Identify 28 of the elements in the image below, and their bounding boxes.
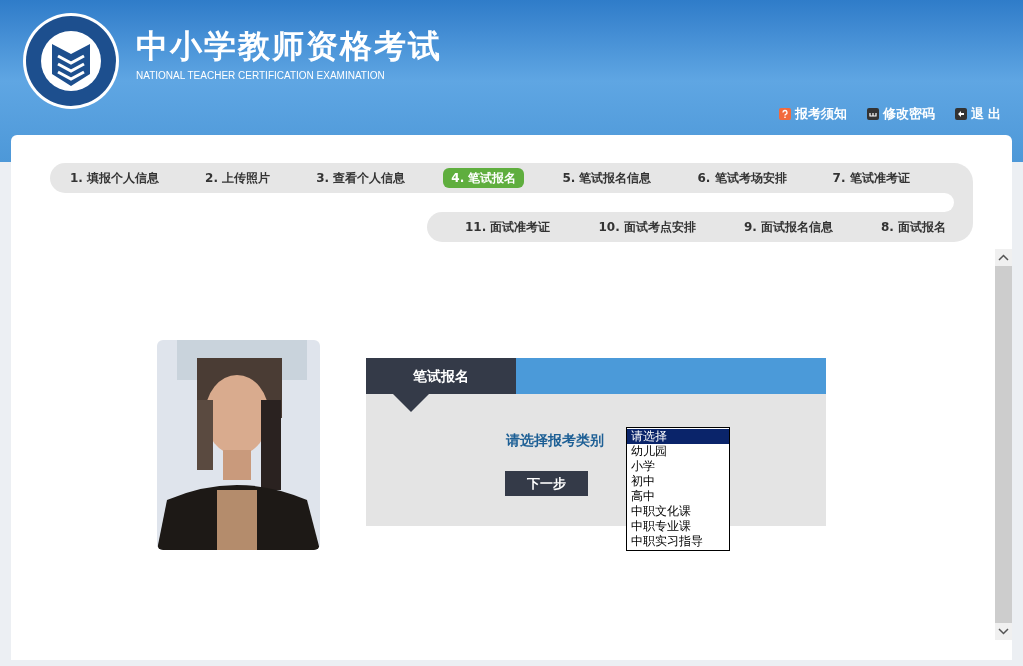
- question-icon: [779, 107, 792, 120]
- site-subtitle: NATIONAL TEACHER CERTIFICATION EXAMINATION: [136, 69, 386, 83]
- logo-icon: [22, 12, 120, 110]
- step-tab[interactable]: 7. 笔试准考证: [824, 168, 918, 188]
- listbox-option[interactable]: 初中: [627, 474, 729, 489]
- step-tab[interactable]: 8. 面试报名: [872, 217, 955, 237]
- site-title: 中小学教师资格考试: [136, 30, 442, 62]
- step-tab[interactable]: 11. 面试准考证: [457, 217, 559, 237]
- listbox-option[interactable]: 中职专业课: [627, 519, 729, 534]
- step-tab[interactable]: 10. 面试考点安排: [590, 217, 704, 237]
- field-label: 请选择报考类别: [505, 431, 604, 450]
- listbox-option[interactable]: 幼儿园: [627, 444, 729, 459]
- listbox-option[interactable]: 高中: [627, 489, 729, 504]
- listbox-option[interactable]: 中职文化课: [627, 504, 729, 519]
- step-tab[interactable]: 3. 查看个人信息: [308, 168, 414, 188]
- scrollbar-thumb[interactable]: [995, 266, 1012, 623]
- next-button[interactable]: 下一步: [504, 471, 588, 496]
- step-tab[interactable]: 2. 上传照片: [197, 168, 279, 188]
- category-listbox[interactable]: 请选择 幼儿园 小学 初中 高中 中职文化课 中职专业课 中职实习指导: [626, 427, 730, 551]
- step-tab[interactable]: 6. 笔试考场安排: [689, 168, 795, 188]
- arrow-left-icon: [955, 107, 968, 120]
- listbox-option[interactable]: 小学: [627, 459, 729, 474]
- listbox-option[interactable]: 请选择: [627, 429, 729, 444]
- step-tab[interactable]: 5. 笔试报名信息: [554, 168, 660, 188]
- step-tab[interactable]: 1. 填报个人信息: [62, 168, 168, 188]
- listbox-option[interactable]: 中职实习指导: [627, 534, 729, 549]
- tab-pointer-icon: [393, 394, 429, 412]
- step-tab[interactable]: 9. 面试报名信息: [735, 217, 841, 237]
